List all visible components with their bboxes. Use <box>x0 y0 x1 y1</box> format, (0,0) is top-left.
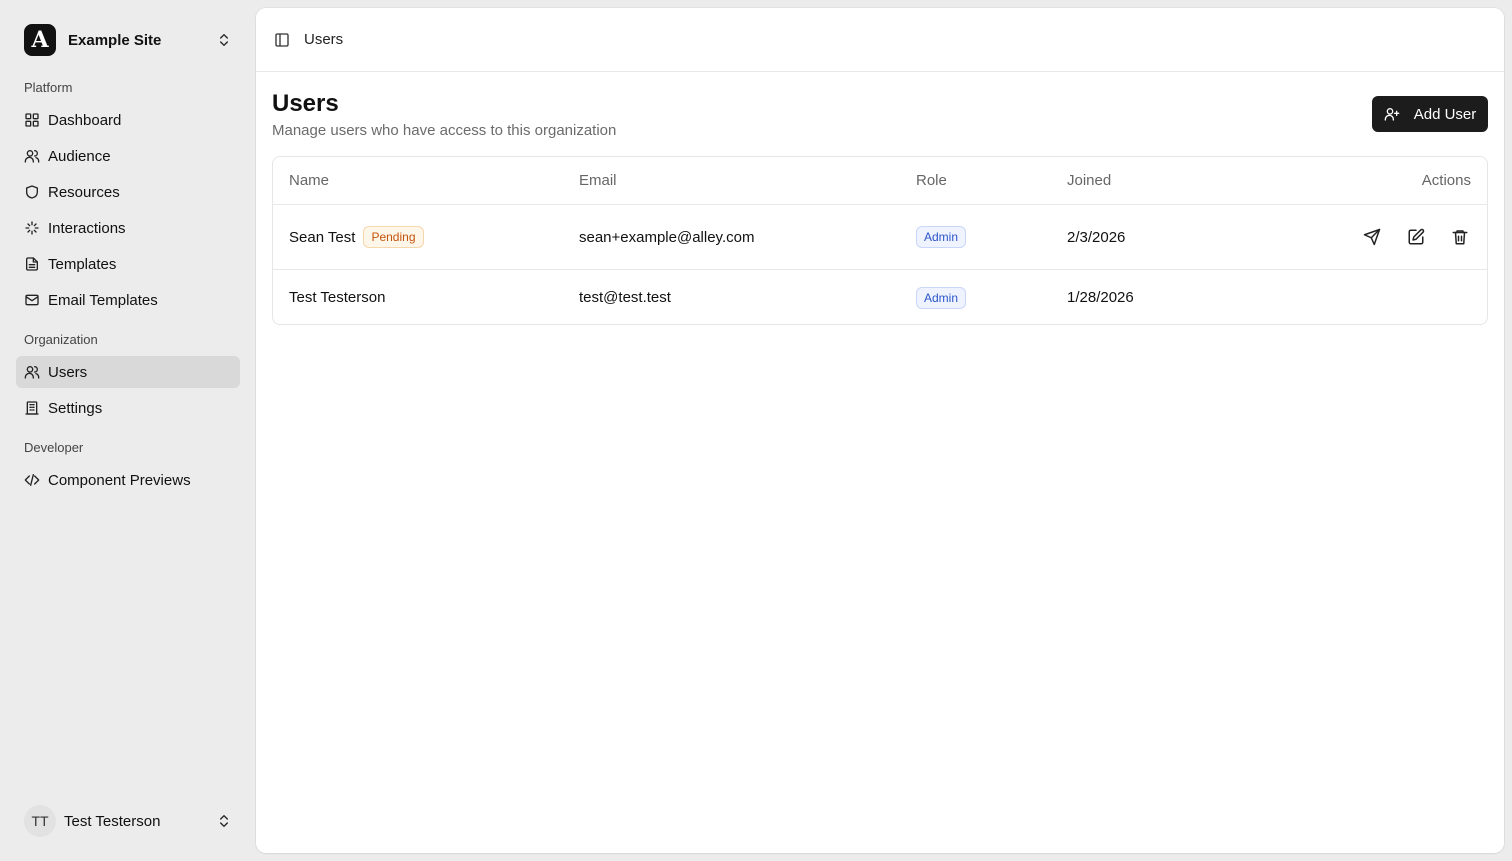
column-header-role: Role <box>916 172 947 189</box>
sidebar-item-interactions[interactable]: Interactions <box>16 212 240 244</box>
nav-group-developer: Developer <box>24 440 84 455</box>
topbar: Users <box>256 8 1504 72</box>
breadcrumb: Users <box>304 31 344 48</box>
add-user-button[interactable]: Add User <box>1372 96 1488 132</box>
column-header-joined: Joined <box>1067 172 1112 189</box>
table-header: Name Email Role Joined Actions <box>273 157 1487 205</box>
sidebar-item-email-templates[interactable]: Email Templates <box>16 284 240 316</box>
joined-date: 1/28/2026 <box>1067 289 1134 306</box>
role-badge: Admin <box>916 286 967 309</box>
table-row: Test Testerson test@test.test Admin 1/28… <box>273 270 1487 324</box>
building-icon <box>25 401 39 415</box>
sidebar-item-label: Settings <box>48 399 103 417</box>
sidebar-item-users[interactable]: Users <box>16 356 240 388</box>
column-header-actions: Actions <box>1421 172 1471 189</box>
sidebar-item-component-previews[interactable]: Component Previews <box>16 464 240 496</box>
sidebar-item-label: Component Previews <box>48 471 191 489</box>
trash-icon[interactable] <box>1451 228 1469 246</box>
sidebar-item-label: Users <box>48 363 88 381</box>
sidebar-item-templates[interactable]: Templates <box>16 248 240 280</box>
sidebar-item-label: Templates <box>48 255 117 273</box>
users-icon <box>24 150 40 163</box>
nav-group-organization: Organization <box>24 332 98 347</box>
page-subtitle: Manage users who have access to this org… <box>272 122 617 139</box>
user-plus-icon <box>1384 108 1400 121</box>
send-icon[interactable] <box>1363 228 1381 246</box>
sparkle-icon <box>25 221 39 235</box>
user-email: sean+example@alley.com <box>579 228 755 246</box>
sidebar-item-label: Email Templates <box>48 291 158 309</box>
user-switcher[interactable]: TT Test Testerson <box>16 800 240 842</box>
site-switcher[interactable]: A Example Site <box>16 16 240 64</box>
user-email: test@test.test <box>579 289 671 306</box>
sidebar-toggle-icon[interactable] <box>274 32 290 48</box>
main-panel: Users Users Manage users who have access… <box>256 8 1504 853</box>
user-name: Sean Test <box>289 228 356 246</box>
page-title: Users <box>272 90 339 117</box>
code-icon <box>24 474 40 486</box>
role-cell: Admin <box>916 205 967 269</box>
user-name-cell: Sean Test Pending <box>289 205 424 269</box>
sidebar-item-label: Interactions <box>48 219 126 237</box>
column-header-name: Name <box>289 172 330 189</box>
mail-icon <box>25 294 39 306</box>
table-row: Sean Test Pending sean+example@alley.com… <box>273 205 1487 270</box>
joined-date: 2/3/2026 <box>1067 228 1126 246</box>
sidebar-item-dashboard[interactable]: Dashboard <box>16 104 240 136</box>
nav-group-platform: Platform <box>24 80 73 95</box>
role-cell: Admin <box>916 270 967 324</box>
shield-icon <box>26 185 38 199</box>
column-header-email: Email <box>579 172 617 189</box>
row-actions <box>1363 205 1469 269</box>
user-name: Test Testerson <box>289 289 386 306</box>
edit-icon[interactable] <box>1407 228 1425 246</box>
sidebar: A Example Site Platform Dashboard Audien… <box>0 0 256 861</box>
sidebar-item-label: Resources <box>48 183 120 201</box>
add-user-button-label: Add User <box>1413 105 1477 123</box>
grid-icon <box>25 113 39 127</box>
sidebar-item-label: Audience <box>48 147 111 165</box>
avatar: TT <box>24 805 56 837</box>
file-icon <box>26 257 38 271</box>
users-icon <box>24 366 40 379</box>
users-table: Name Email Role Joined Actions Sean Test… <box>272 156 1488 325</box>
site-logo: A <box>24 24 56 56</box>
user-name: Test Testerson <box>64 812 161 830</box>
sidebar-item-audience[interactable]: Audience <box>16 140 240 172</box>
status-badge: Pending <box>363 226 424 248</box>
site-name: Example Site <box>68 31 162 49</box>
sidebar-item-resources[interactable]: Resources <box>16 176 240 208</box>
role-badge: Admin <box>916 226 967 248</box>
chevrons-up-down-icon <box>220 815 228 827</box>
chevrons-up-down-icon <box>220 34 228 46</box>
user-name-cell: Test Testerson <box>289 270 386 324</box>
sidebar-item-label: Dashboard <box>48 111 122 129</box>
sidebar-item-settings[interactable]: Settings <box>16 392 240 424</box>
